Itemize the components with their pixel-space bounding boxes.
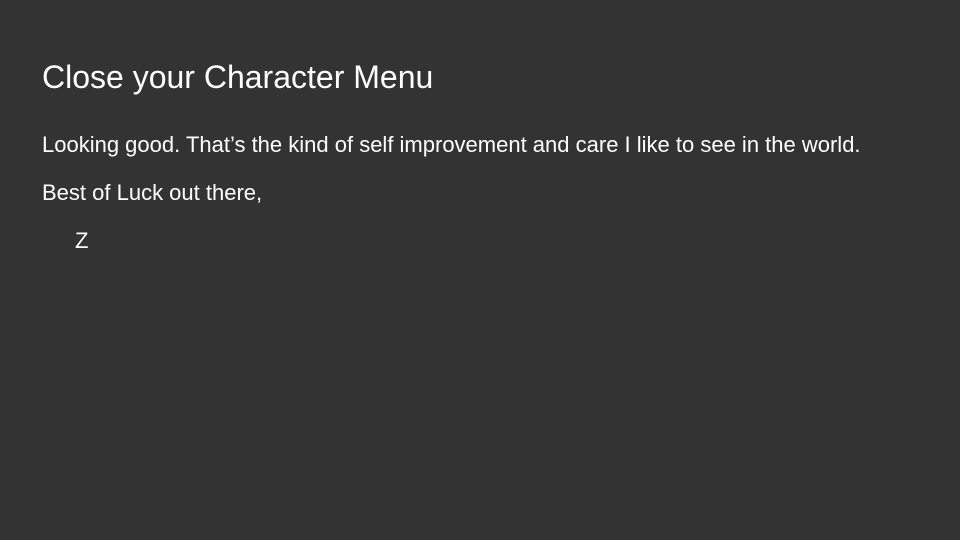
- slide-body: Looking good. That’s the kind of self im…: [42, 128, 902, 258]
- message-paragraph: Looking good. That’s the kind of self im…: [42, 132, 861, 157]
- slide-title: Close your Character Menu: [42, 59, 434, 95]
- closing-line: Best of Luck out there,: [42, 180, 263, 205]
- signature: Z: [75, 228, 89, 253]
- slide: Close your Character Menu Looking good. …: [0, 0, 960, 540]
